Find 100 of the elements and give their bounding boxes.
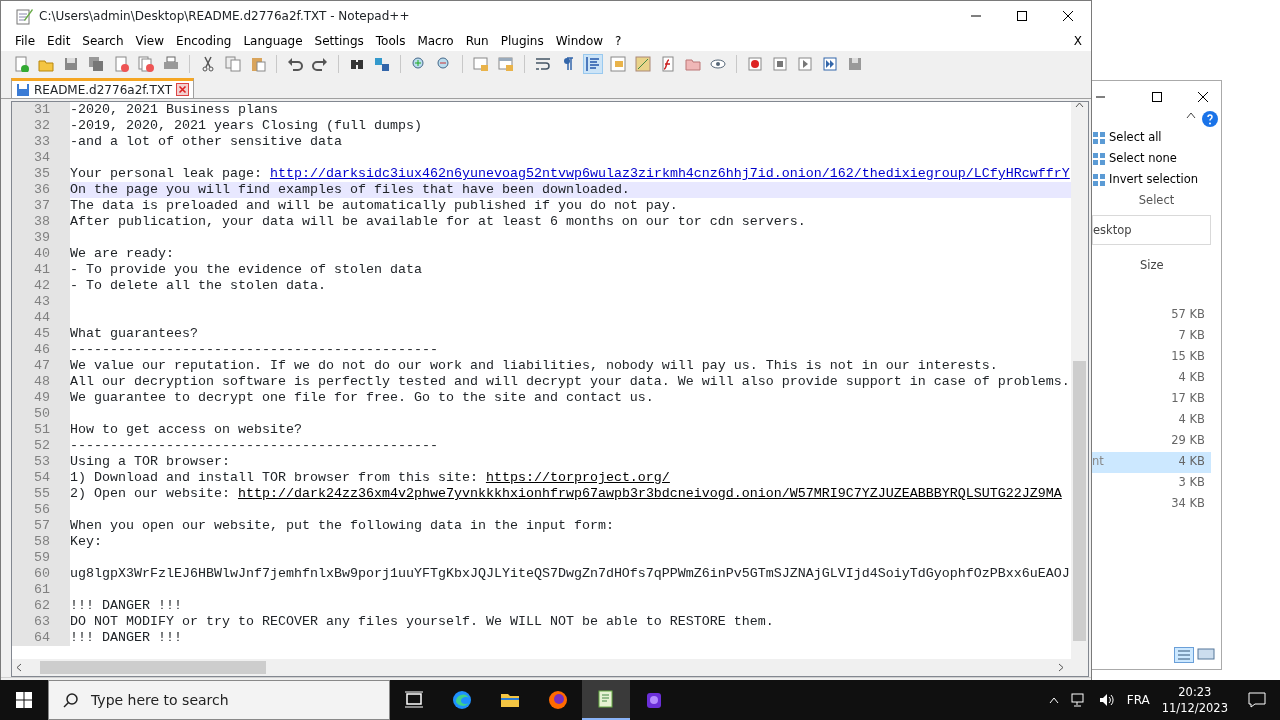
- file-row[interactable]: 17 KB: [1092, 388, 1211, 410]
- menu-item[interactable]: ?: [609, 32, 628, 50]
- save-all-icon: [88, 56, 104, 72]
- line-number: 61: [12, 582, 70, 598]
- search-field[interactable]: Type here to search: [48, 680, 390, 720]
- text-line: Your personal leak page: http://darksidc3iux462n6yunevoag52ntvwp6wulaz3zirkmh4cnz6hhj7id.onion/162/thedixiegroup/LCfyHRcwffrY: [70, 166, 1071, 182]
- copy-button[interactable]: [223, 54, 243, 74]
- menu-item[interactable]: Language: [237, 32, 309, 50]
- clock-date[interactable]: 11/12/2023: [1161, 700, 1228, 716]
- play-button[interactable]: [795, 54, 815, 74]
- text-line: When you open our website, put the following data in the input form:: [70, 518, 615, 534]
- file-row[interactable]: 4 KB: [1092, 367, 1211, 389]
- file-row[interactable]: 34 KB: [1092, 493, 1211, 515]
- menu-item[interactable]: Window: [549, 32, 610, 50]
- language-indicator[interactable]: FRA: [1126, 691, 1150, 709]
- file-row[interactable]: 7 KB: [1092, 325, 1211, 347]
- menu-item[interactable]: Search: [76, 32, 130, 50]
- notification-icon[interactable]: [1248, 692, 1266, 708]
- line-number: 50: [12, 406, 70, 422]
- function-list-icon: [635, 56, 651, 72]
- column-header[interactable]: Size: [1140, 257, 1221, 275]
- scroll-left-icon[interactable]: [16, 663, 22, 672]
- ribbon-command[interactable]: Select none: [1092, 148, 1221, 169]
- menu-item[interactable]: File: [9, 32, 42, 50]
- text-line: ----------------------------------------------: [70, 342, 439, 358]
- stop-button[interactable]: [770, 54, 790, 74]
- menu-item[interactable]: Settings: [308, 32, 370, 50]
- menu-item[interactable]: Edit: [41, 32, 77, 50]
- scroll-up-icon[interactable]: [1075, 102, 1084, 108]
- record-button[interactable]: [745, 54, 765, 74]
- menu-item[interactable]: Run: [459, 32, 495, 50]
- record-icon: [747, 56, 763, 72]
- save-all-button[interactable]: [86, 54, 106, 74]
- file-tab[interactable]: README.d2776a2f.TXT: [11, 78, 195, 98]
- link[interactable]: http://darksidc3iux462n6yunevoag52ntvwp6wulaz3zirkmh4cnz6hhj7id.onion/162/thedixiegroup/LCfyHRcwffrY: [269, 166, 1070, 181]
- line-number: 35: [12, 166, 70, 182]
- text-line: Key:: [70, 534, 103, 550]
- copy-icon: [225, 56, 241, 72]
- fast-forward-icon: [822, 56, 838, 72]
- address-bar[interactable]: esktop: [1092, 215, 1211, 246]
- line-number: 52: [12, 438, 70, 454]
- line-number: 62: [12, 598, 70, 614]
- scroll-right-icon[interactable]: [1058, 663, 1064, 672]
- line-number: 47: [12, 358, 70, 374]
- file-row[interactable]: 29 KB: [1092, 430, 1211, 452]
- close-file-icon: [113, 56, 129, 72]
- tiles-view-icon[interactable]: [1197, 647, 1215, 661]
- file-row[interactable]: 4 KB: [1092, 409, 1211, 431]
- text-line: 1) Download and install TOR browser from this site: https://torproject.org/: [70, 470, 671, 486]
- menu-item[interactable]: Tools: [369, 32, 412, 50]
- ribbon-command[interactable]: Invert selection: [1092, 169, 1221, 190]
- text-line: ug8lgpX3WrFzlEJ6HBWlwJnf7jemhfnlxBw9porj1uuYFTgKbxJQJLYiteQS7DwgZn7dHOfs7qPPWmZ6inPv5GTmSJZNAjGLVIjd4SoiyTdGyophfOzPBxx6uEAOJ: [70, 566, 1071, 582]
- line-number: 33: [12, 134, 70, 150]
- line-number: 57: [12, 518, 70, 534]
- help-icon[interactable]: [1202, 111, 1218, 127]
- clock-time[interactable]: 20:23: [1178, 684, 1212, 700]
- line-number: 36: [12, 182, 70, 198]
- fast-forward-button[interactable]: [820, 54, 840, 74]
- menu-item[interactable]: Macro: [411, 32, 460, 50]
- link[interactable]: https://torproject.org/: [485, 470, 670, 485]
- eye-icon: [710, 56, 726, 72]
- maximize-icon[interactable]: [1152, 91, 1162, 102]
- vertical-scrollbar[interactable]: [1071, 102, 1088, 659]
- line-number: 53: [12, 454, 70, 470]
- function-list-button[interactable]: [633, 54, 653, 74]
- volume-icon[interactable]: [1098, 693, 1115, 707]
- chevron-up-icon[interactable]: [1186, 111, 1196, 119]
- indent-guide-icon: [585, 56, 601, 72]
- line-number: 59: [12, 550, 70, 566]
- menu-item[interactable]: Encoding: [170, 32, 238, 50]
- app-icon: [644, 690, 664, 710]
- save-icon: [16, 82, 30, 97]
- file-row[interactable]: 57 KB: [1092, 304, 1211, 326]
- close-icon[interactable]: [1198, 91, 1208, 102]
- select-icon: [1092, 172, 1106, 187]
- new-file-icon: [13, 56, 29, 72]
- stop-icon: [772, 56, 788, 72]
- text-line: - To delete all the stolen data.: [70, 278, 327, 294]
- menu-item[interactable]: View: [129, 32, 171, 50]
- line-number: 42: [12, 278, 70, 294]
- horizontal-scrollbar[interactable]: [12, 659, 1088, 676]
- menu-item[interactable]: Plugins: [494, 32, 550, 50]
- print-icon: [163, 56, 179, 72]
- text-line: -2019, 2020, 2021 years Closing (full dumps): [70, 118, 423, 134]
- indent-guide-button[interactable]: [583, 54, 603, 74]
- link[interactable]: http://dark24zz36xm4v2phwe7yvnkkkhxionhfrwp67awpb3r3bdcneivogd.onion/W57MRI9C7YZJUZEABBBYRQLSUTG22JZ9MA: [237, 486, 1062, 501]
- file-row[interactable]: nt 4 KB: [1092, 451, 1211, 473]
- close-all-button[interactable]: [136, 54, 156, 74]
- line-number: 44: [12, 310, 70, 326]
- file-row[interactable]: 3 KB: [1092, 472, 1211, 494]
- file-row[interactable]: 15 KB: [1092, 346, 1211, 368]
- ribbon-command[interactable]: Select all: [1092, 127, 1221, 148]
- line-number: 43: [12, 294, 70, 310]
- text-line: 2) Open our website: http://dark24zz36xm4v2phwe7yvnkkkhxionhfrwp67awpb3r3bdcneivogd.onion/W57MRI9C7YZJUZEABBBYRQLSUTG22JZ9MA: [70, 486, 1063, 502]
- network-icon[interactable]: [1070, 693, 1087, 707]
- close-document-button[interactable]: X: [1067, 32, 1088, 50]
- line-number: 32: [12, 118, 70, 134]
- line-number: 49: [12, 390, 70, 406]
- notepad-taskbar-button[interactable]: [582, 680, 630, 720]
- line-number: 40: [12, 246, 70, 262]
